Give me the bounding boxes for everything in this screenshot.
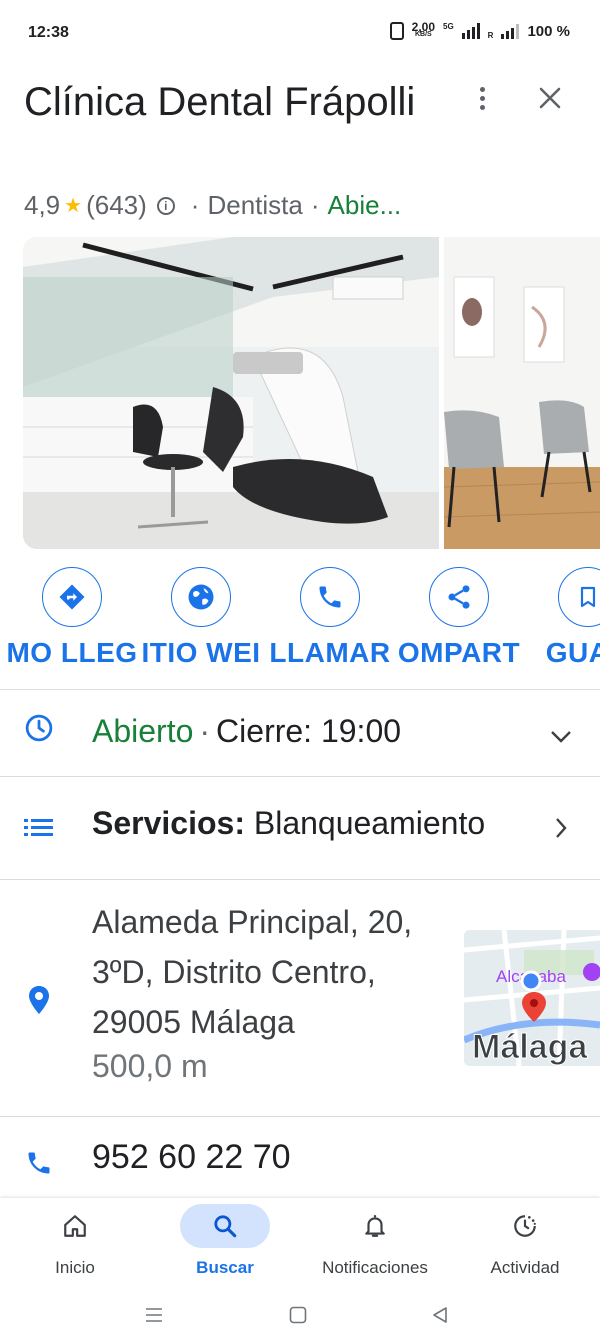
separator-dot: · [310, 190, 320, 220]
review-count[interactable]: (643) [86, 190, 147, 221]
call-button[interactable]: LLAMAR [265, 567, 395, 669]
services-row[interactable]: Servicios: Blanqueamiento [92, 805, 485, 842]
services-value: Blanqueamiento [253, 805, 486, 841]
home-button-icon[interactable] [278, 1300, 318, 1330]
open-status: Abierto [92, 713, 194, 749]
photo-dental-office[interactable] [23, 237, 439, 549]
divider [0, 689, 600, 690]
roaming-indicator: R [487, 31, 494, 40]
vibrate-icon [389, 22, 404, 40]
opening-hours[interactable]: Abierto · Cierre: 19:00 [92, 713, 401, 750]
photo-waiting-room[interactable] [444, 237, 600, 549]
location-pin-icon [24, 985, 54, 1015]
save-label: GUAR [545, 637, 600, 668]
nav-home[interactable]: Inicio [0, 1198, 150, 1290]
directions-label: MO LLEG [6, 637, 138, 668]
bell-icon [330, 1204, 420, 1248]
place-title: Clínica Dental Frápolli [24, 80, 416, 124]
net-speed-unit: KB/S [414, 31, 432, 38]
open-status-short: Abie... [327, 190, 402, 220]
website-button[interactable]: ITIO WEI [136, 567, 266, 669]
share-button[interactable]: OMPART [394, 567, 524, 669]
system-navigation [0, 1290, 600, 1340]
nav-search[interactable]: Buscar [150, 1198, 300, 1290]
address-line: Alameda Principal, 20, [92, 904, 413, 940]
clock-icon [24, 713, 54, 743]
address-line: 29005 Málaga [92, 1004, 295, 1040]
call-label: LLAMAR [269, 637, 391, 668]
phone-number[interactable]: 952 60 22 70 [92, 1138, 291, 1177]
services-label: Servicios: [92, 805, 245, 841]
list-icon [24, 812, 54, 842]
action-buttons: MO LLEG ITIO WEI LLAMAR OMPART GUAR [0, 567, 600, 677]
website-label: ITIO WEI [141, 637, 261, 668]
save-button[interactable]: GUAR [523, 567, 600, 669]
map-city-label: Málaga [472, 1028, 588, 1066]
nav-search-label: Buscar [196, 1258, 254, 1277]
directions-icon [42, 567, 102, 627]
divider [0, 776, 600, 777]
status-bar: 12:38 2,00 KB/S 5G R 100 % [0, 0, 600, 66]
closing-time: Cierre: 19:00 [216, 713, 402, 749]
nav-home-label: Inicio [55, 1258, 95, 1277]
star-icon: ★ [64, 195, 83, 217]
status-icons: 2,00 KB/S 5G R 100 % [389, 20, 570, 40]
rating-value: 4,9 [24, 190, 61, 220]
home-icon [30, 1204, 120, 1248]
activity-icon [480, 1204, 570, 1248]
bottom-navigation: Inicio Buscar Notificaciones Actividad [0, 1198, 600, 1290]
share-label: OMPART [397, 637, 521, 668]
net-speed-value: 2,00 [411, 20, 435, 34]
nav-notifications[interactable]: Notificaciones [300, 1198, 450, 1290]
network-type: 5G [443, 22, 454, 31]
nav-activity-label: Actividad [490, 1258, 560, 1277]
share-icon [429, 567, 489, 627]
map-thumbnail[interactable]: Alcazaba Málaga [464, 930, 600, 1066]
signal-icon [461, 23, 480, 39]
recent-apps-icon[interactable] [134, 1300, 174, 1330]
globe-icon [171, 567, 231, 627]
phone-icon [300, 567, 360, 627]
more-options-icon[interactable] [462, 78, 502, 118]
network-speed: 2,00 KB/S [411, 20, 435, 39]
info-icon[interactable]: i [156, 196, 175, 215]
rating-row: 4,9 ★ (643) i · Dentista · Abie... [24, 190, 401, 221]
distance: 500,0 m [92, 1048, 208, 1084]
divider [0, 1116, 600, 1117]
separator-dot: · [190, 190, 200, 220]
divider [0, 879, 600, 880]
nav-notifications-label: Notificaciones [322, 1258, 428, 1277]
nav-activity[interactable]: Actividad [450, 1198, 600, 1290]
signal-icon-2 [501, 23, 520, 39]
search-icon [180, 1204, 270, 1248]
status-time: 12:38 [28, 24, 69, 41]
chevron-down-icon[interactable] [546, 722, 576, 752]
back-icon[interactable] [420, 1300, 460, 1330]
phone-icon [24, 1148, 54, 1178]
chevron-right-icon[interactable] [546, 813, 576, 843]
battery-level: 100 % [527, 22, 570, 40]
close-icon[interactable] [530, 78, 570, 118]
directions-button[interactable]: MO LLEG [6, 567, 138, 669]
address[interactable]: Alameda Principal, 20, 3ºD, Distrito Cen… [92, 897, 452, 1047]
address-line: 3ºD, Distrito Centro, [92, 954, 376, 990]
place-category: Dentista [207, 190, 303, 220]
bookmark-icon [558, 567, 600, 627]
separator-dot: · [199, 713, 211, 749]
